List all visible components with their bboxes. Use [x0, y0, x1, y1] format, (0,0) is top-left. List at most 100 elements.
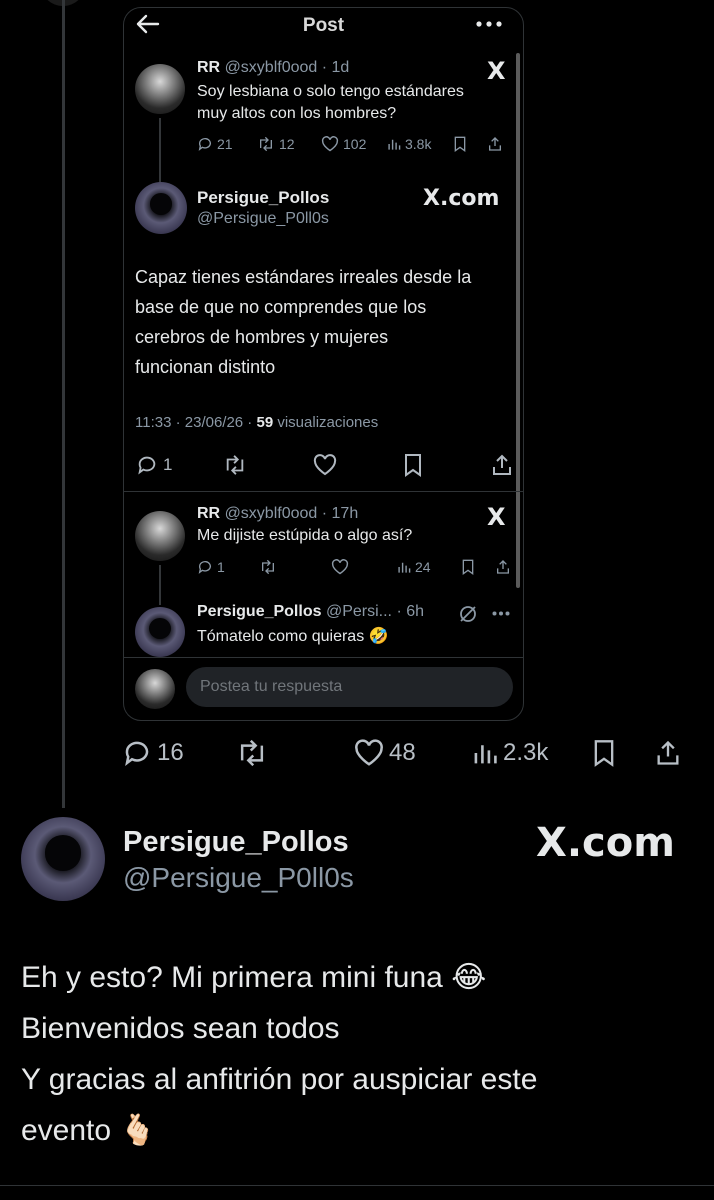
views-icon	[398, 562, 411, 573]
share-icon[interactable]	[490, 453, 514, 477]
heart-icon[interactable]	[312, 454, 338, 476]
repost-icon[interactable]	[259, 559, 277, 575]
share-icon[interactable]	[495, 559, 511, 575]
thread-line	[62, 0, 65, 808]
reply-icon	[125, 741, 149, 766]
main-tweet-text: Capaz tienes estándares irreales desde l…	[135, 262, 471, 382]
reply-text: Tómatelo como quieras 🤣	[197, 626, 389, 646]
author-name[interactable]: RR	[197, 59, 220, 76]
author-handle[interactable]: @Persi...	[326, 603, 392, 620]
laughing-emoji: 😂	[451, 960, 487, 995]
share-icon[interactable]	[487, 136, 503, 152]
post-meta: 11:33 · 23/06/26 · 59 visualizaciones	[135, 414, 378, 431]
x-logo: X	[487, 57, 506, 85]
text-line: base de que no comprendes que los	[135, 297, 427, 317]
reply-icon	[198, 138, 211, 151]
more-dots-icon[interactable]	[476, 21, 502, 27]
x-logo: X.com	[423, 186, 500, 211]
text-line: muy altos con los hombres?	[197, 105, 397, 122]
author-name[interactable]: Persigue_Pollos	[197, 603, 322, 620]
author-name[interactable]: Persigue_Pollos	[197, 188, 329, 208]
reply-count: 16	[157, 739, 184, 766]
views-label: visualizaciones	[273, 414, 379, 431]
author-handle[interactable]: @sxyblf0ood	[225, 505, 318, 522]
author-handle[interactable]: @Persigue_P0ll0s	[123, 862, 354, 894]
reply-text: Me dijiste estúpida o algo así?	[197, 527, 413, 544]
text-line: Eh y esto? Mi primera mini funa 😂	[21, 952, 691, 1003]
bookmark-icon[interactable]	[453, 136, 467, 152]
post-time: · 1d	[321, 59, 350, 76]
reply-button[interactable]: 21	[197, 136, 257, 152]
reply-text-content: Tómatelo como quieras	[197, 628, 365, 645]
avatar[interactable]	[135, 64, 185, 114]
reply-icon	[198, 561, 211, 574]
repost-icon[interactable]	[221, 454, 249, 476]
rofl-emoji: 🤣	[368, 626, 389, 645]
heart-icon	[355, 739, 383, 766]
bookmark-icon[interactable]	[592, 739, 616, 767]
reply-button[interactable]: 16	[122, 738, 236, 768]
view-count: 2.3k	[503, 739, 549, 766]
repost-icon[interactable]	[236, 738, 268, 768]
heart-icon[interactable]	[331, 559, 349, 575]
reply-connector-line	[159, 565, 161, 605]
text-line: Capaz tienes estándares irreales desde l…	[135, 267, 472, 287]
reply-header: Persigue_Pollos @Persi... · 6h	[197, 603, 424, 621]
text-line: evento 🫰🏻	[21, 1105, 691, 1156]
view-count: 59	[256, 414, 274, 431]
like-button[interactable]: 102	[321, 136, 387, 152]
view-count: 3.8k	[405, 136, 432, 152]
author-handle[interactable]: @Persigue_P0ll0s	[197, 210, 329, 228]
finger-heart-emoji: 🫰🏻	[119, 1113, 157, 1148]
repost-icon	[260, 136, 272, 152]
divider	[124, 491, 523, 492]
avatar[interactable]	[135, 669, 175, 709]
embedded-screenshot: Post RR @sxyblf0ood · 1d X Soy lesbiana …	[123, 7, 524, 721]
post-timestamp[interactable]: 11:33 · 23/06/26 ·	[135, 414, 256, 431]
text-line: cerebros de hombres y mujeres	[135, 327, 389, 347]
avatar[interactable]	[135, 182, 187, 234]
x-logo: X	[487, 503, 506, 531]
post-header: Post	[124, 8, 523, 48]
avatar[interactable]	[21, 817, 105, 901]
author-name[interactable]: Persigue_Pollos	[123, 826, 349, 859]
like-button[interactable]: 48	[354, 739, 472, 767]
text-line: Soy lesbiana o solo tengo estándares	[197, 83, 464, 100]
text-line: Bienvenidos sean todos	[21, 1012, 340, 1045]
reply-icon	[138, 456, 156, 475]
reply-actions: 1 24	[197, 559, 511, 575]
x-logo: X.com	[536, 820, 675, 866]
views-button[interactable]: 2.3k	[472, 739, 592, 767]
avatar[interactable]	[135, 607, 185, 657]
like-count: 102	[343, 136, 367, 152]
views-button[interactable]: 3.8k	[387, 136, 453, 152]
text-line: funcionan distinto	[135, 357, 276, 377]
heart-icon	[321, 136, 339, 152]
reply-button[interactable]: 1	[197, 559, 259, 575]
bookmark-icon[interactable]	[402, 453, 424, 477]
like-count: 48	[389, 739, 416, 766]
views-icon	[388, 139, 401, 150]
reply-count: 1	[163, 455, 173, 474]
text-line-content: evento	[21, 1114, 112, 1147]
scrollbar[interactable]	[516, 53, 520, 588]
outer-post-actions: 16 48 2.3k	[122, 738, 682, 768]
more-dots-icon[interactable]	[492, 611, 510, 616]
views-button[interactable]: 24	[397, 559, 461, 575]
post-time: · 17h	[321, 505, 359, 522]
reply-header: RR @sxyblf0ood · 17h	[197, 505, 358, 523]
bookmark-icon[interactable]	[461, 559, 475, 575]
grok-icon[interactable]	[458, 604, 478, 624]
avatar[interactable]	[135, 511, 185, 561]
reply-count: 1	[217, 559, 225, 575]
share-icon[interactable]	[654, 739, 682, 767]
post-text: Eh y esto? Mi primera mini funa 😂 Bienve…	[21, 952, 691, 1156]
author-name[interactable]: RR	[197, 505, 220, 522]
reply-input[interactable]: Postea tu respuesta	[186, 667, 513, 707]
divider	[0, 1185, 714, 1186]
author-handle[interactable]: @sxyblf0ood	[225, 59, 318, 76]
repost-button[interactable]: 12	[257, 136, 321, 152]
quoted-tweet-text: Soy lesbiana o solo tengo estándares muy…	[197, 81, 464, 125]
reply-button[interactable]: 1	[135, 454, 221, 476]
main-tweet-actions: 1	[135, 453, 514, 477]
